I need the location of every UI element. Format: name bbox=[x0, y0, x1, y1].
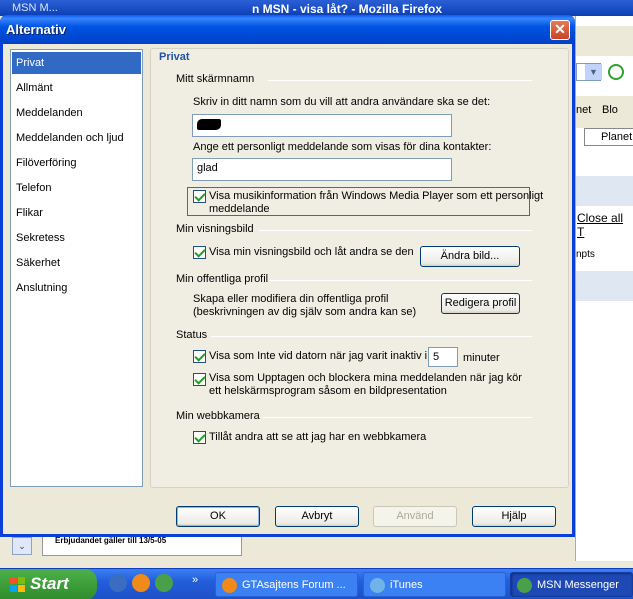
music-info-checkbox[interactable] bbox=[193, 190, 206, 203]
edit-profile-button[interactable]: Redigera profil bbox=[441, 293, 520, 314]
dialog-title: Alternativ bbox=[6, 22, 66, 37]
options-dialog: Alternativ ✕ Privat Allmänt Meddelanden … bbox=[0, 15, 575, 537]
start-label: Start bbox=[30, 574, 69, 593]
busy-label-line1: Visa som Upptagen och blockera mina medd… bbox=[209, 372, 522, 384]
quicklaunch-msn-icon[interactable] bbox=[155, 574, 173, 592]
category-list: Privat Allmänt Meddelanden Meddelanden o… bbox=[10, 49, 143, 487]
minutes-label: minuter bbox=[463, 352, 500, 364]
apply-button[interactable]: Använd bbox=[373, 506, 457, 527]
background-msn-title: MSN M... bbox=[12, 2, 58, 14]
away-checkbox[interactable] bbox=[193, 350, 206, 363]
profile-text-line2: (beskrivningen av dig själv som andra ka… bbox=[193, 306, 417, 318]
personal-message-input[interactable]: glad bbox=[192, 158, 452, 181]
background-firefox-title: n MSN - visa låt? - Mozilla Firefox bbox=[252, 2, 443, 16]
cancel-button[interactable]: Avbryt bbox=[275, 506, 359, 527]
music-info-label: Visa musikinformation från Windows Media… bbox=[209, 190, 544, 202]
nav-item-anslutning[interactable]: Anslutning bbox=[12, 277, 141, 299]
chevron-down-icon: ▼ bbox=[585, 64, 602, 80]
background-bookmark-blo[interactable]: Blo bbox=[602, 104, 618, 116]
msn-icon bbox=[517, 578, 532, 593]
chevron-expand-icon[interactable]: ⌄ bbox=[12, 537, 32, 555]
nav-item-sekretess[interactable]: Sekretess bbox=[12, 227, 141, 249]
taskbar-item-label: MSN Messenger bbox=[537, 579, 619, 591]
ok-button[interactable]: OK bbox=[176, 506, 260, 527]
section-divider bbox=[211, 336, 532, 337]
quicklaunch-ie-icon[interactable] bbox=[109, 574, 127, 592]
taskbar-item-label: GTAsajtens Forum ... bbox=[242, 579, 346, 591]
background-browser-content: ▼ net Blo Planet Close all T npts bbox=[575, 16, 633, 561]
background-npts-text: npts bbox=[576, 249, 595, 260]
nav-item-sakerhet[interactable]: Säkerhet bbox=[12, 252, 141, 274]
webcam-label: Tillåt andra att se att jag har en webbk… bbox=[209, 431, 427, 443]
nav-item-allmant[interactable]: Allmänt bbox=[12, 77, 141, 99]
section-heading-profile: Min offentliga profil bbox=[176, 273, 269, 285]
itunes-icon bbox=[370, 578, 385, 593]
section-heading-webcam: Min webbkamera bbox=[176, 410, 260, 422]
section-heading-display-picture: Min visningsbild bbox=[176, 223, 254, 235]
nav-item-flikar[interactable]: Flikar bbox=[12, 202, 141, 224]
background-bookmark-net[interactable]: net bbox=[576, 104, 591, 116]
taskbar: Start » GTAsajtens Forum ... iTunes MSN … bbox=[0, 568, 633, 599]
nav-item-filoverforing[interactable]: Filöverföring bbox=[12, 152, 141, 174]
background-dropdown[interactable]: ▼ bbox=[576, 63, 602, 81]
dialog-titlebar[interactable]: Alternativ ✕ bbox=[0, 15, 575, 44]
close-button[interactable]: ✕ bbox=[550, 20, 570, 40]
message-prompt: Ange ett personligt meddelande som visas… bbox=[193, 141, 492, 153]
show-picture-label: Visa min visningsbild och låt andra se d… bbox=[209, 246, 414, 258]
show-picture-checkbox[interactable] bbox=[193, 246, 206, 259]
section-heading-screen-name: Mitt skärmnamn bbox=[176, 73, 255, 85]
away-minutes-input[interactable]: 5 bbox=[428, 347, 458, 367]
go-icon[interactable] bbox=[608, 64, 624, 80]
redacted-name bbox=[197, 119, 221, 130]
taskbar-item-label: iTunes bbox=[390, 579, 423, 591]
dialog-client-area: Privat Allmänt Meddelanden Meddelanden o… bbox=[3, 44, 572, 534]
section-divider bbox=[259, 230, 532, 231]
taskbar-item-gtasajten[interactable]: GTAsajtens Forum ... bbox=[215, 572, 358, 597]
screen-name-input[interactable] bbox=[192, 114, 452, 137]
nav-item-meddelanden-och-ljud[interactable]: Meddelanden och ljud bbox=[12, 127, 141, 149]
section-heading-status: Status bbox=[176, 329, 208, 341]
section-divider bbox=[268, 80, 532, 81]
settings-panel: Privat Mitt skärmnamn Skriv in ditt namn… bbox=[150, 48, 569, 488]
background-window-titlebar: MSN M... n MSN - visa låt? - Mozilla Fir… bbox=[0, 0, 633, 16]
away-label: Visa som Inte vid datorn när jag varit i… bbox=[209, 350, 428, 362]
taskbar-item-itunes[interactable]: iTunes bbox=[363, 572, 506, 597]
taskbar-item-msn-messenger[interactable]: MSN Messenger bbox=[510, 572, 633, 597]
busy-label-line2: ett helskärmsprogram såsom en bildpresen… bbox=[209, 385, 447, 397]
background-close-all-link[interactable]: Close all T bbox=[577, 211, 633, 239]
nav-item-telefon[interactable]: Telefon bbox=[12, 177, 141, 199]
nav-item-meddelanden[interactable]: Meddelanden bbox=[12, 102, 141, 124]
section-divider bbox=[269, 280, 532, 281]
music-info-label-line2: meddelande bbox=[209, 203, 270, 215]
help-button[interactable]: Hjälp bbox=[472, 506, 556, 527]
nav-item-privat[interactable]: Privat bbox=[12, 52, 141, 74]
busy-checkbox[interactable] bbox=[193, 373, 206, 386]
webcam-checkbox[interactable] bbox=[193, 431, 206, 444]
section-divider bbox=[263, 417, 532, 418]
profile-text-line1: Skapa eller modifiera din offentliga pro… bbox=[193, 293, 389, 305]
background-tab-planet[interactable]: Planet bbox=[584, 128, 633, 146]
name-prompt: Skriv in ditt namn som du vill att andra… bbox=[193, 96, 491, 108]
change-picture-button[interactable]: Ändra bild... bbox=[420, 246, 520, 267]
start-button[interactable]: Start bbox=[0, 569, 97, 599]
windows-logo-icon bbox=[10, 577, 26, 592]
background-offer-text: Erbjudandet gäller till 13/5-05 bbox=[55, 536, 167, 545]
panel-title: Privat bbox=[159, 51, 190, 63]
quicklaunch-overflow-icon[interactable]: » bbox=[192, 574, 198, 586]
firefox-icon bbox=[222, 578, 237, 593]
quicklaunch-firefox-icon[interactable] bbox=[132, 574, 150, 592]
